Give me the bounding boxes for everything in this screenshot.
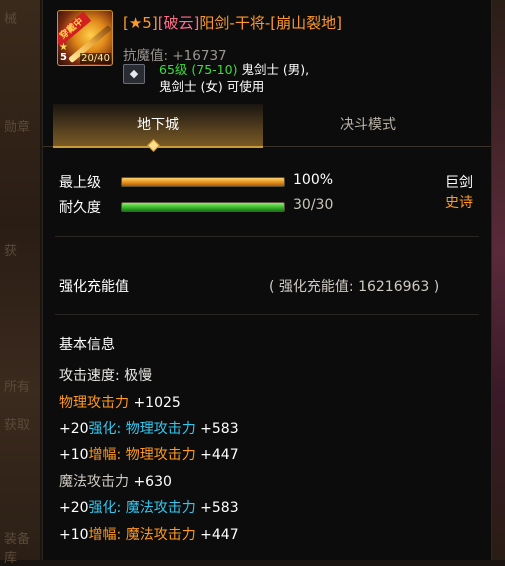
durability-label: 耐久度 xyxy=(59,200,101,216)
attack-speed-line: 攻击速度: 极慢 xyxy=(59,365,152,385)
durability-value: 30/30 xyxy=(293,197,334,213)
physical-enhance-word: 强化: xyxy=(88,421,122,437)
game-background-left: 械 勋章 获 所有 获取 装备库 xyxy=(0,0,40,566)
magic-attack-value: +630 xyxy=(133,474,172,490)
magic-amplify-line: +10增幅: 魔法攻击力 +447 xyxy=(59,524,239,544)
magic-enhance-label: 魔法攻击力 xyxy=(125,500,196,516)
basic-info-heading: 基本信息 xyxy=(59,337,115,353)
grade-percent: 100% xyxy=(293,172,334,188)
magic-attack-label: 魔法攻击力 xyxy=(59,474,129,490)
diamond-icon: ◆ xyxy=(123,64,145,84)
weapon-type: 巨剑 xyxy=(445,175,473,191)
magic-amplify-word: 增幅: xyxy=(88,527,122,543)
tab-pvp[interactable]: 决斗模式 xyxy=(263,104,473,146)
divider xyxy=(55,236,479,237)
title-prefix: [★5] xyxy=(123,14,158,32)
ghost-text: 所有 xyxy=(4,380,31,395)
attack-speed-value: 极慢 xyxy=(124,368,153,384)
magic-enhance-plus: +20 xyxy=(59,500,89,516)
physical-amplify-line: +10增幅: 物理攻击力 +447 xyxy=(59,444,239,464)
physical-amplify-word: 增幅: xyxy=(88,447,122,463)
item-title: [★5][破云]阳剑-干将-[崩山裂地] xyxy=(123,12,342,33)
physical-enhance-line: +20强化: 物理攻击力 +583 xyxy=(59,418,239,438)
physical-attack-label: 物理攻击力 xyxy=(59,395,129,411)
ghost-text: 械 xyxy=(4,12,18,27)
magic-amplify-value: +447 xyxy=(200,527,239,543)
magic-enhance-value: +583 xyxy=(200,500,239,516)
tab-dungeon[interactable]: 地下城 xyxy=(53,104,263,148)
sword-item-icon: 穿戴中 ★ 5 20/40 xyxy=(57,10,113,66)
physical-enhance-plus: +20 xyxy=(59,421,89,437)
enhance-level: 5 xyxy=(60,52,67,63)
physical-attack-value: +1025 xyxy=(133,395,181,411)
magic-amplify-label: 魔法攻击力 xyxy=(125,527,196,543)
class-requirement-1: 鬼剑士 (男), xyxy=(241,62,310,77)
mode-tabs: 地下城 决斗模式 xyxy=(43,104,491,148)
magic-enhance-word: 强化: xyxy=(88,500,122,516)
physical-amplify-plus: +10 xyxy=(59,447,89,463)
durability-bar-fill xyxy=(122,203,284,211)
ghost-text: 装备库 xyxy=(4,532,31,566)
grade-bar-fill xyxy=(122,178,284,186)
tooltip-header: 穿戴中 ★ 5 20/40 [★5][破云]阳剑-干将-[崩山裂地] 抗魔值: … xyxy=(43,0,491,100)
item-tooltip: 穿戴中 ★ 5 20/40 [★5][破云]阳剑-干将-[崩山裂地] 抗魔值: … xyxy=(42,0,492,560)
magic-enhance-line: +20强化: 魔法攻击力 +583 xyxy=(59,497,239,517)
physical-enhance-label: 物理攻击力 xyxy=(125,421,196,437)
class-requirement-2: 鬼剑士 (女) 可使用 xyxy=(159,79,265,94)
grade-label: 最上级 xyxy=(59,175,101,191)
title-tag: [破云] xyxy=(157,14,200,32)
physical-attack-line: 物理攻击力 +1025 xyxy=(59,392,181,412)
magic-attack-line: 魔法攻击力 +630 xyxy=(59,471,172,491)
physical-amplify-value: +447 xyxy=(200,447,239,463)
enhance-charge-label: 强化充能值 xyxy=(59,279,129,295)
magic-amplify-plus: +10 xyxy=(59,527,89,543)
divider xyxy=(55,314,479,315)
title-name: 阳剑-干将-[崩山裂地] xyxy=(199,14,342,32)
item-counter: 20/40 xyxy=(80,53,111,64)
ghost-text: 获取 xyxy=(4,418,31,433)
durability-bar xyxy=(121,202,285,212)
physical-amplify-label: 物理攻击力 xyxy=(125,447,196,463)
ghost-text: 获 xyxy=(4,244,18,259)
level-requirement: 65级 (75-10) xyxy=(159,62,238,77)
enhance-charge-value: ( 强化充能值: 16216963 ) xyxy=(269,279,440,295)
grade-bar xyxy=(121,177,285,187)
attack-speed-label: 攻击速度: xyxy=(59,368,120,384)
physical-enhance-value: +583 xyxy=(200,421,239,437)
ghost-text: 勋章 xyxy=(4,120,31,135)
rarity-label: 史诗 xyxy=(445,195,473,211)
